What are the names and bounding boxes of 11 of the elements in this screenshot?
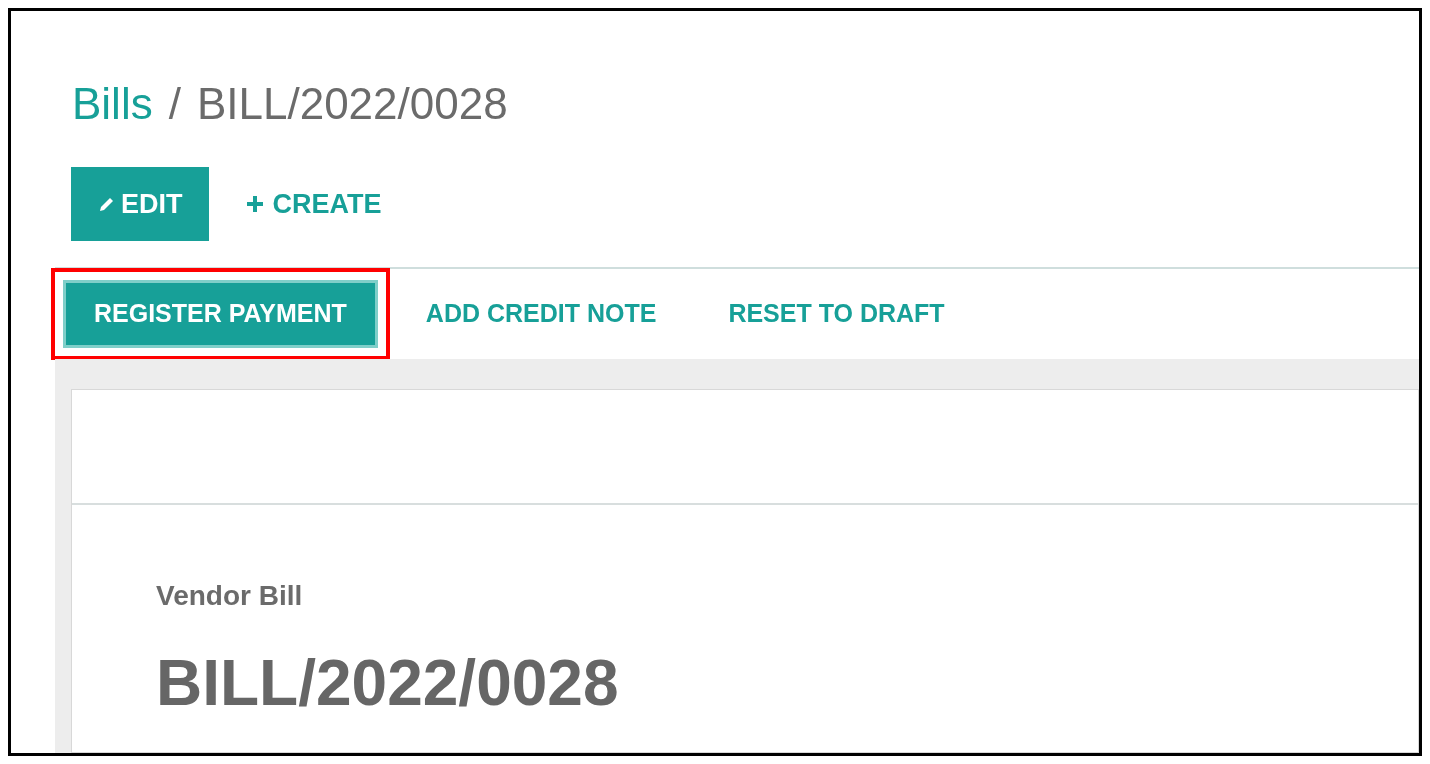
- breadcrumb-current: BILL/2022/0028: [196, 78, 508, 130]
- breadcrumb-link[interactable]: Bills: [72, 71, 153, 137]
- breadcrumb-separator: /: [168, 78, 181, 130]
- action-link[interactable]: ADD CREDIT NOTE: [397, 280, 685, 348]
- create-button[interactable]: CREATE: [230, 167, 396, 241]
- document-type: Vendor Bill: [156, 579, 304, 613]
- edit-button[interactable]: EDIT: [71, 167, 209, 241]
- document-title: BILL/2022/0028: [156, 646, 620, 721]
- plus-icon: [244, 194, 265, 214]
- action-button[interactable]: REGISTER PAYMENT: [63, 280, 378, 348]
- action-link[interactable]: RESET TO DRAFT: [700, 280, 973, 348]
